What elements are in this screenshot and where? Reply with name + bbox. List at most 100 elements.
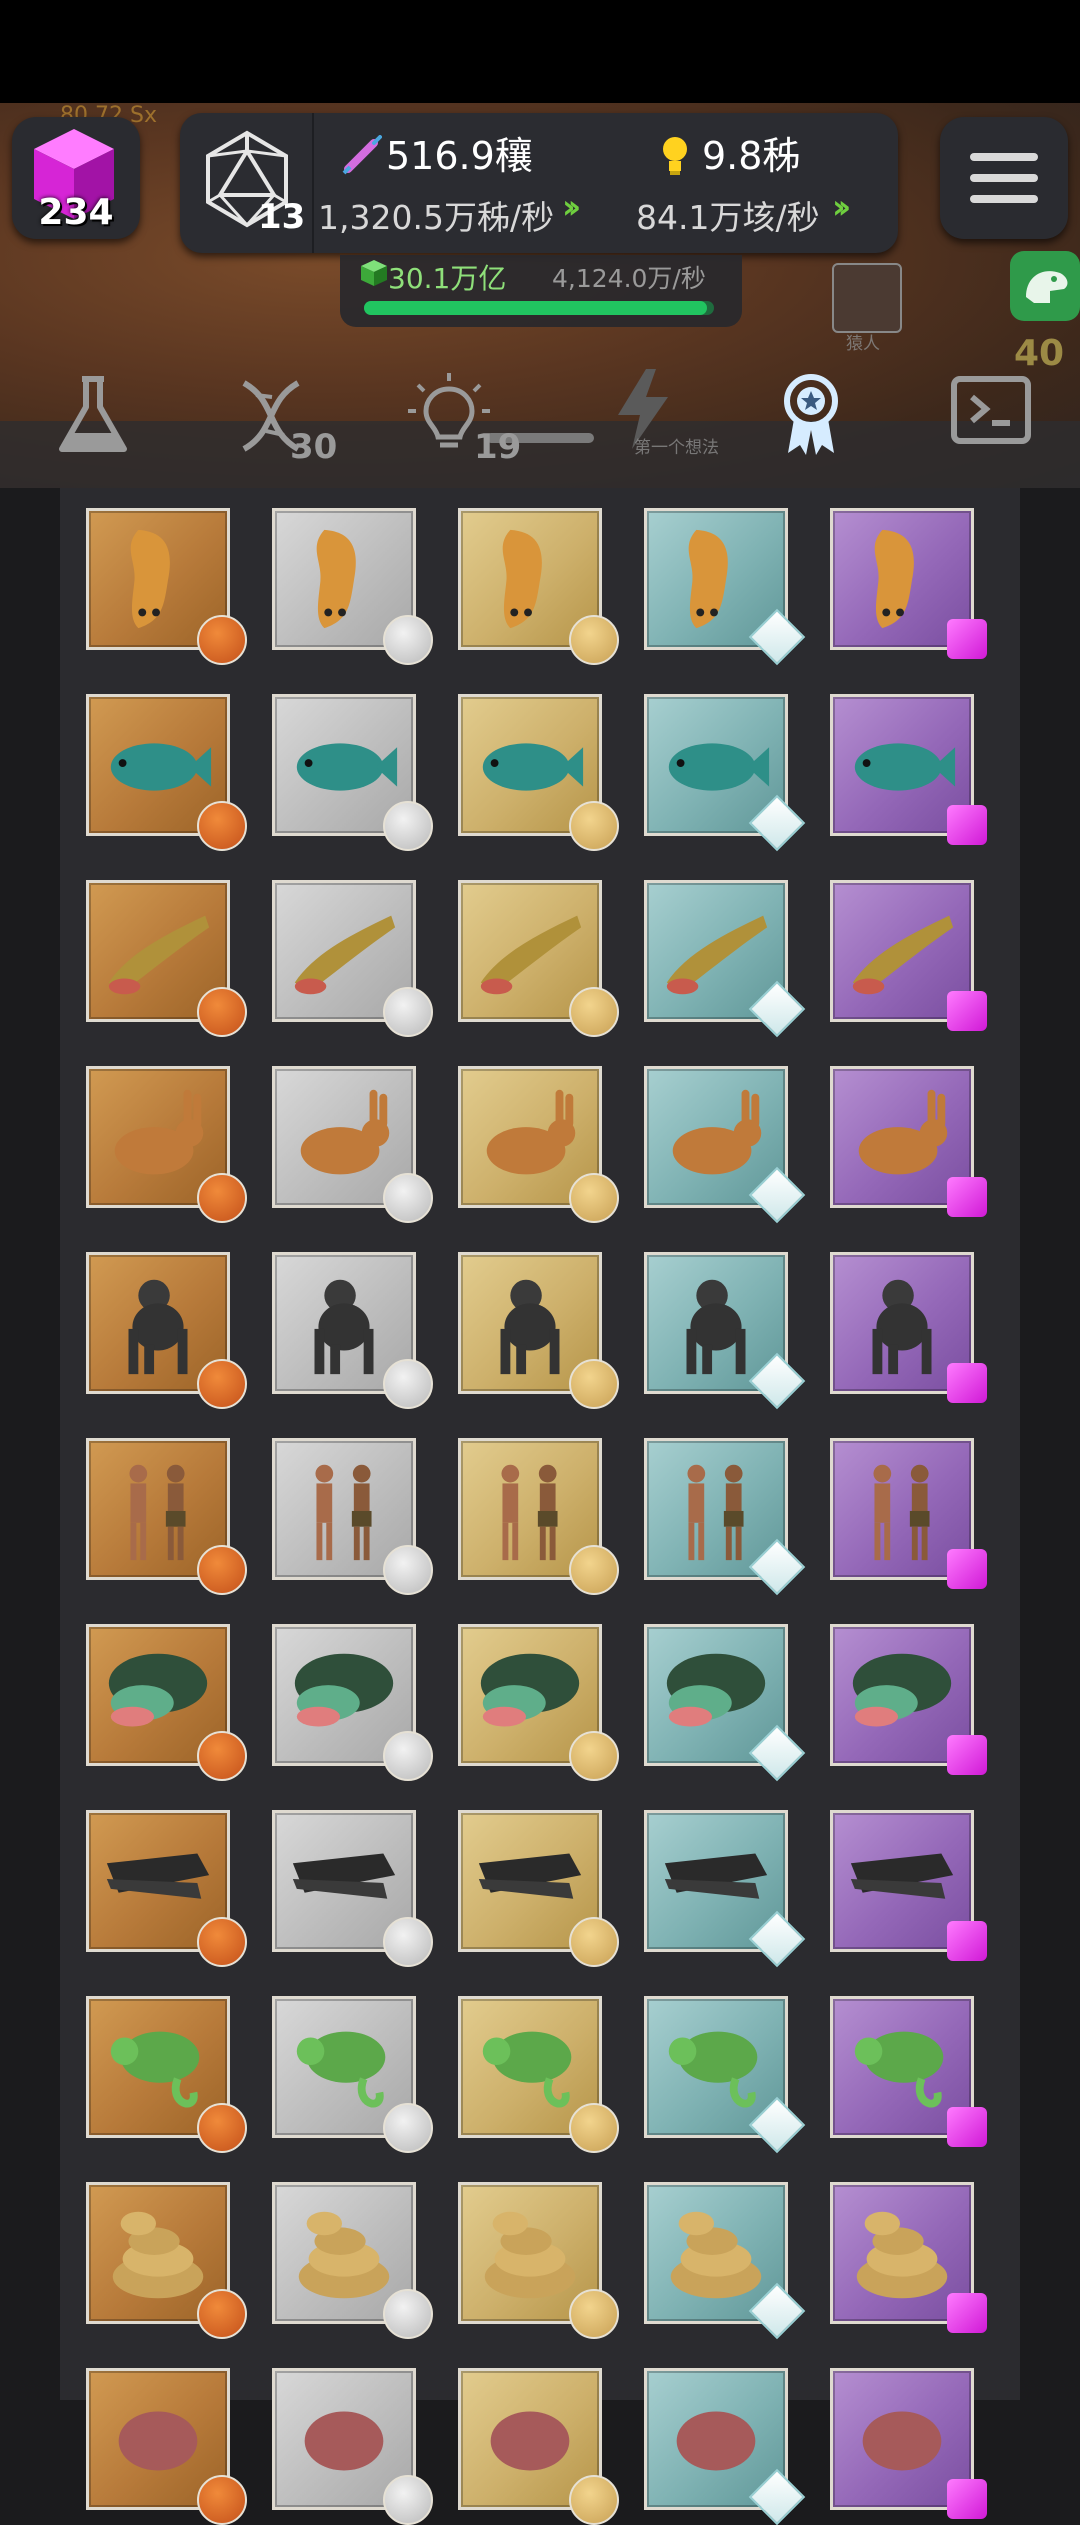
- bronze-tier-badge-icon: [197, 1917, 247, 1967]
- achievement-tile-crocodile-silver[interactable]: [272, 1810, 433, 1967]
- achievement-tile-amphibian-diamond[interactable]: [644, 880, 806, 1038]
- achievement-tile-snake-silver[interactable]: [272, 2182, 433, 2339]
- achievement-tile-rabbit-bronze[interactable]: [86, 1066, 247, 1223]
- gold-tier-badge-icon: [569, 1173, 619, 1223]
- achievement-tile-amphibian-silver[interactable]: [272, 880, 433, 1037]
- worm-icon: [130, 529, 170, 629]
- achievement-tile-chimp-purple[interactable]: [830, 1252, 987, 1403]
- achievement-tile-fish-purple[interactable]: [830, 694, 987, 845]
- level-number: 13: [258, 197, 306, 237]
- achievement-tile-chameleon-gold[interactable]: [458, 1996, 619, 2153]
- human-couple-icon: [501, 1464, 558, 1561]
- turtle-icon: [294, 1653, 394, 1727]
- tab-ideas-count: 19: [474, 427, 522, 467]
- achievement-tile-snake-purple[interactable]: [830, 2182, 987, 2333]
- divider: [312, 113, 314, 253]
- green-cube-icon: [361, 260, 387, 286]
- achievement-tile-partial-diamond[interactable]: [644, 2368, 806, 2525]
- achievement-tile-snake-bronze[interactable]: [86, 2182, 247, 2339]
- achievement-tile-crocodile-bronze[interactable]: [86, 1810, 247, 1967]
- achievement-tile-worm-diamond[interactable]: [644, 508, 806, 666]
- bronze-tier-badge-icon: [197, 615, 247, 665]
- lightbulb-icon: [663, 137, 687, 175]
- achievement-tile-worm-gold[interactable]: [458, 508, 619, 665]
- achievement-tile-partial-purple[interactable]: [830, 2368, 987, 2519]
- gold-tier-badge-icon: [569, 801, 619, 851]
- achievement-tile-fish-silver[interactable]: [272, 694, 433, 851]
- menu-button[interactable]: [940, 117, 1068, 239]
- bronze-tier-badge-icon: [197, 801, 247, 851]
- amphibian-icon: [108, 915, 210, 995]
- tab-dna[interactable]: 30: [226, 371, 337, 471]
- purple-tier-badge-icon: [947, 1177, 987, 1217]
- achievement-tile-worm-silver[interactable]: [272, 508, 433, 665]
- achievement-tile-fish-gold[interactable]: [458, 694, 619, 851]
- human-couple-icon: [129, 1464, 186, 1561]
- achievement-tile-worm-bronze[interactable]: [86, 508, 247, 665]
- achievement-tile-humans-bronze[interactable]: [86, 1438, 247, 1595]
- chevrons-right-icon: ››: [562, 187, 581, 226]
- achievement-tile-turtle-bronze[interactable]: [86, 1624, 247, 1781]
- bronze-tier-badge-icon: [197, 1359, 247, 1409]
- achievement-tile-chimp-gold[interactable]: [458, 1252, 619, 1409]
- achievement-tile-partial-bronze[interactable]: [86, 2368, 247, 2525]
- gold-tier-badge-icon: [569, 987, 619, 1037]
- achievement-tile-chimp-bronze[interactable]: [86, 1252, 247, 1409]
- achievement-tile-crocodile-purple[interactable]: [830, 1810, 987, 1961]
- achievement-tile-crocodile-gold[interactable]: [458, 1810, 619, 1967]
- achievement-tile-turtle-purple[interactable]: [830, 1624, 987, 1775]
- bronze-tier-badge-icon: [197, 1731, 247, 1781]
- amphibian-icon: [294, 915, 396, 995]
- achievement-tile-chimp-diamond[interactable]: [644, 1252, 806, 1410]
- turtle-icon: [108, 1653, 208, 1727]
- achievement-tile-turtle-diamond[interactable]: [644, 1624, 806, 1782]
- tab-lab[interactable]: [48, 371, 138, 471]
- achievement-tile-rabbit-purple[interactable]: [830, 1066, 987, 1217]
- achievement-tile-chameleon-bronze[interactable]: [86, 1996, 247, 2153]
- ape-portrait-icon[interactable]: [832, 263, 902, 333]
- achievement-tile-humans-silver[interactable]: [272, 1438, 433, 1595]
- tab-console[interactable]: [948, 369, 1038, 469]
- sub-resource-panel[interactable]: 30.1万亿 4,124.0万/秒: [340, 255, 742, 327]
- resource-panel[interactable]: 13 516.9穰 9.8秭 1,320.5万秭/秒 ›› 84.1万垓/秒 ›…: [180, 113, 898, 253]
- achievement-tile-amphibian-gold[interactable]: [458, 880, 619, 1037]
- silver-tier-badge-icon: [383, 2289, 433, 2339]
- achievement-tile-turtle-silver[interactable]: [272, 1624, 433, 1781]
- achievement-tile-crocodile-diamond[interactable]: [644, 1810, 806, 1968]
- achievement-tile-humans-purple[interactable]: [830, 1438, 987, 1589]
- achievement-tile-rabbit-diamond[interactable]: [644, 1066, 806, 1224]
- tab-ideas[interactable]: 19: [404, 371, 521, 471]
- bronze-tier-badge-icon: [197, 987, 247, 1037]
- achievement-tile-chimp-silver[interactable]: [272, 1252, 433, 1409]
- achievement-tile-humans-gold[interactable]: [458, 1438, 619, 1595]
- achievement-tile-rabbit-gold[interactable]: [458, 1066, 619, 1223]
- achievement-tile-fish-bronze[interactable]: [86, 694, 247, 851]
- tab-achievements[interactable]: [766, 369, 856, 469]
- bronze-tier-badge-icon: [197, 1173, 247, 1223]
- achievement-tile-chameleon-purple[interactable]: [830, 1996, 987, 2147]
- achievement-tile-worm-purple[interactable]: [830, 508, 987, 659]
- achievement-tile-humans-diamond[interactable]: [644, 1438, 806, 1596]
- achievement-tile-amphibian-purple[interactable]: [830, 880, 987, 1031]
- achievement-tile-chameleon-silver[interactable]: [272, 1996, 433, 2153]
- rabbit-icon: [114, 1089, 204, 1175]
- creature-icon: [676, 2411, 756, 2471]
- silver-tier-badge-icon: [383, 1917, 433, 1967]
- achievement-tile-rabbit-silver[interactable]: [272, 1066, 433, 1223]
- tab-energy[interactable]: 第一个想法: [600, 363, 719, 463]
- status-bar: [0, 0, 1080, 103]
- achievement-tile-fish-diamond[interactable]: [644, 694, 806, 852]
- fish-icon: [668, 743, 770, 791]
- achievement-tile-partial-silver[interactable]: [272, 2368, 433, 2525]
- achievement-tile-partial-gold[interactable]: [458, 2368, 619, 2525]
- achievement-tile-amphibian-bronze[interactable]: [86, 880, 247, 1037]
- creature-icon: [304, 2411, 384, 2471]
- cube-currency-button[interactable]: 234: [12, 117, 140, 239]
- gold-tier-badge-icon: [569, 1359, 619, 1409]
- achievement-tile-snake-gold[interactable]: [458, 2182, 619, 2339]
- achievement-tile-chameleon-diamond[interactable]: [644, 1996, 806, 2154]
- achievement-tile-snake-diamond[interactable]: [644, 2182, 806, 2340]
- human-couple-icon: [873, 1464, 930, 1561]
- crocodile-icon: [292, 1853, 396, 1899]
- achievement-tile-turtle-gold[interactable]: [458, 1624, 619, 1781]
